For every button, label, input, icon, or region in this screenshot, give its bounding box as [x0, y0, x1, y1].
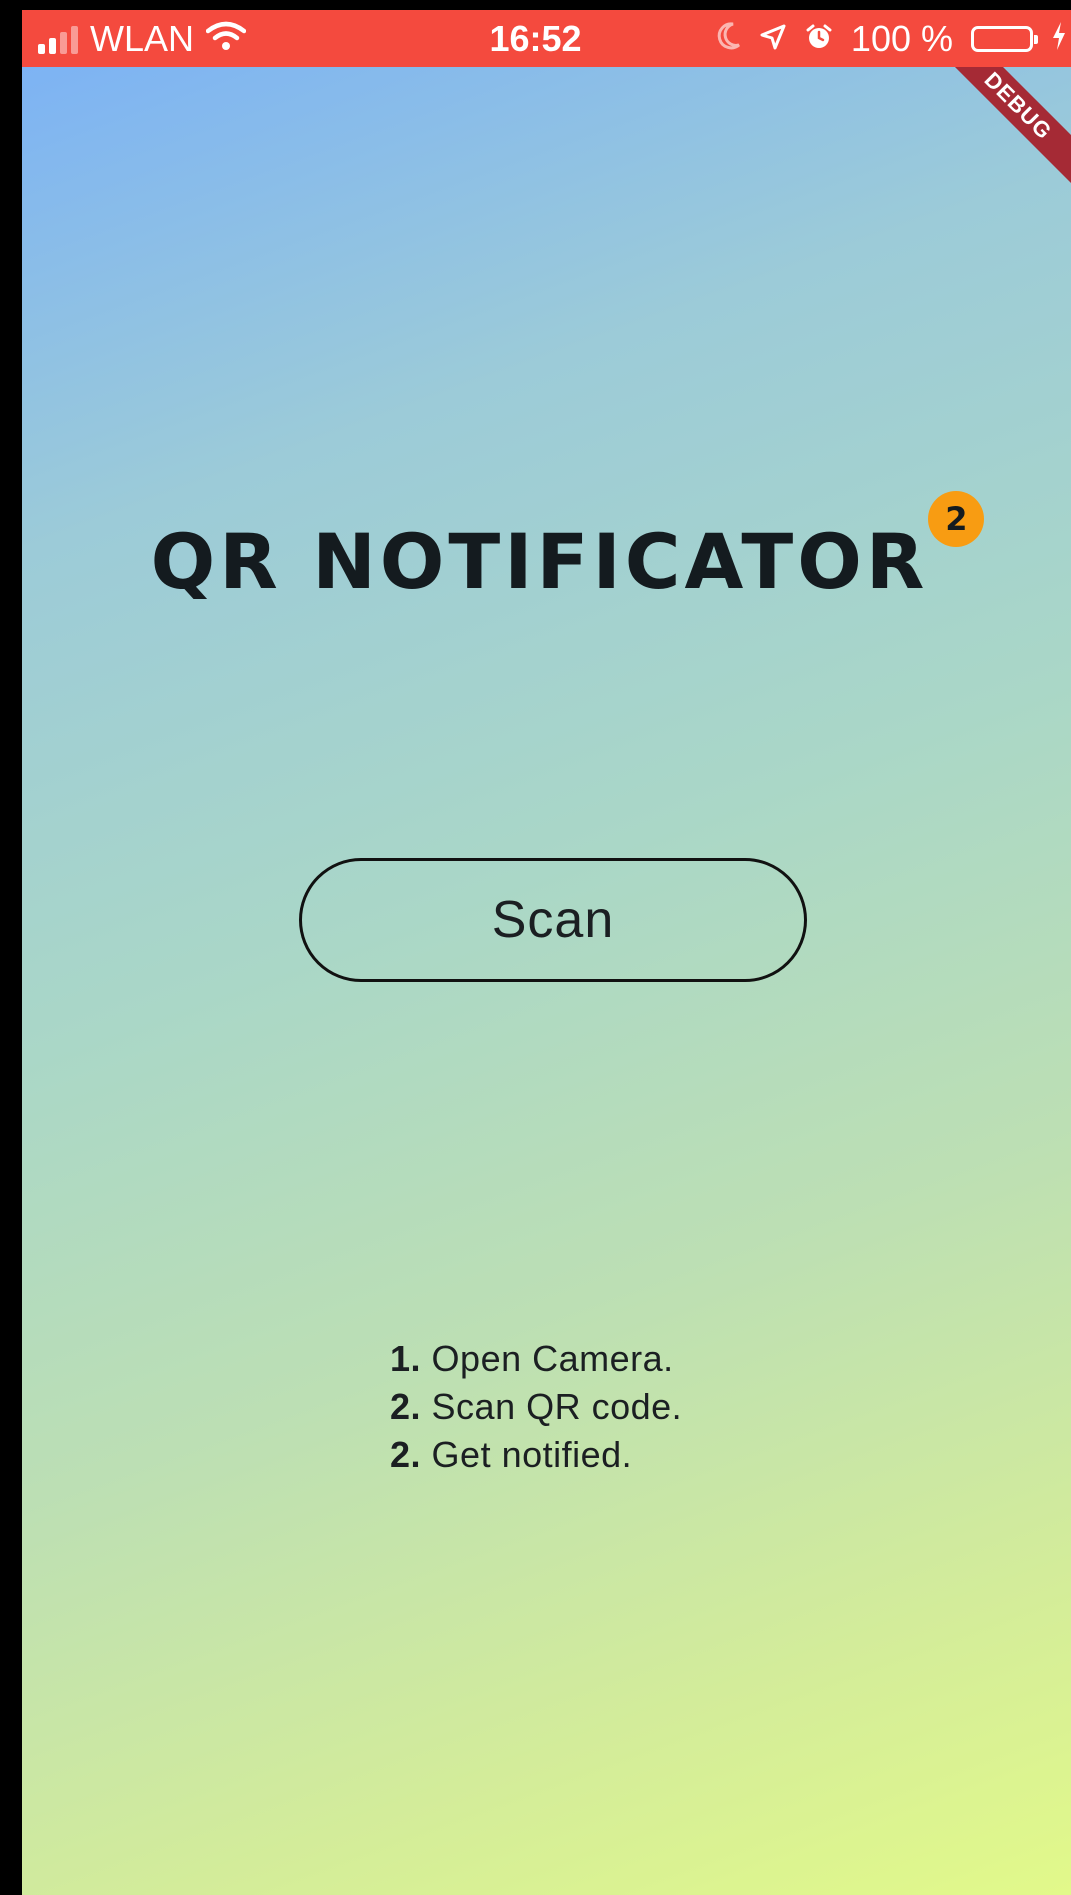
battery-percent: 100 % — [850, 17, 953, 59]
instructions-list: 1. Open Camera. 2. Scan QR code. 2. Get … — [390, 1335, 682, 1479]
instruction-step: 1. Open Camera. — [390, 1335, 682, 1383]
step-text: Scan QR code. — [431, 1386, 683, 1427]
instruction-step: 2. Scan QR code. — [390, 1383, 682, 1431]
status-right: 100 % — [715, 10, 1071, 67]
location-arrow-icon — [759, 18, 787, 60]
step-text: Get notified. — [431, 1434, 633, 1475]
scan-button[interactable]: Scan — [299, 858, 807, 982]
title-container: QR NOTIFICATOR 2 — [22, 491, 1071, 606]
step-number: 2. — [390, 1386, 422, 1427]
status-bar: WLAN 16:52 100 % — [22, 10, 1071, 67]
device-frame: WLAN 16:52 100 % DEBUG QR NOTIFICATOR 2 … — [0, 0, 1071, 1895]
step-text: Open Camera. — [431, 1338, 674, 1379]
instruction-step: 2. Get notified. — [390, 1431, 682, 1479]
battery-icon — [971, 25, 1038, 52]
debug-banner: DEBUG — [924, 67, 1071, 200]
step-number: 2. — [390, 1434, 422, 1475]
app-title-text: QR NOTIFICATOR — [150, 517, 929, 606]
app-screen: DEBUG QR NOTIFICATOR 2 Scan 1. Open Came… — [22, 67, 1071, 1895]
step-number: 1. — [390, 1338, 422, 1379]
moon-icon — [715, 18, 741, 60]
title-badge: 2 — [928, 491, 985, 547]
charging-bolt-icon — [1051, 18, 1067, 60]
app-title: QR NOTIFICATOR 2 — [150, 491, 985, 606]
alarm-icon — [805, 18, 833, 60]
